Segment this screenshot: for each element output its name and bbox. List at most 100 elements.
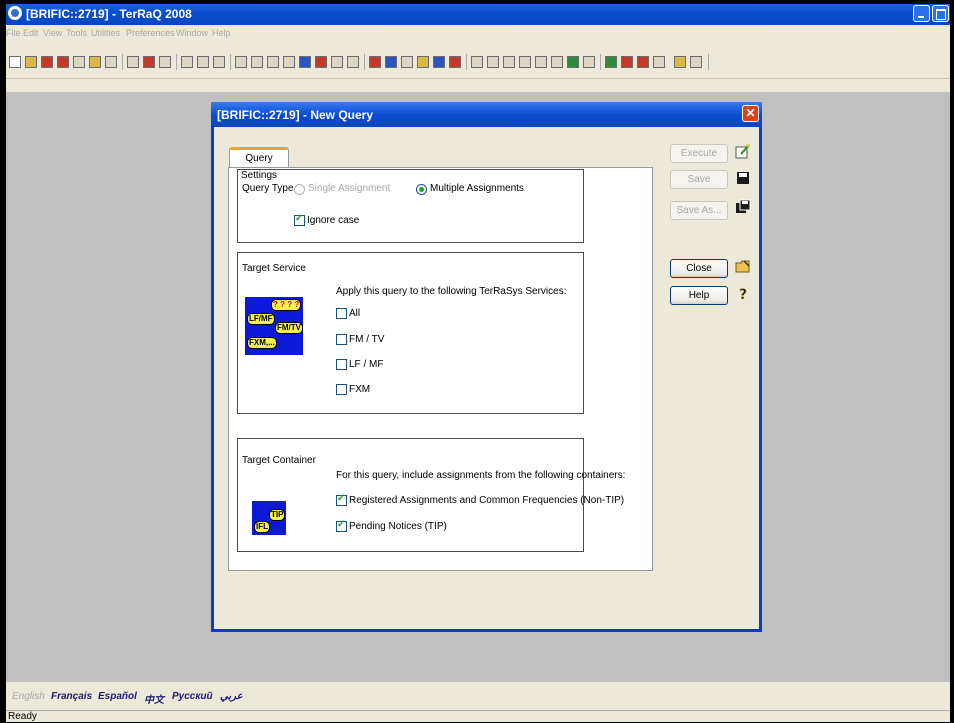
menu-tools[interactable]: Tools	[66, 28, 87, 38]
dialog-title: [BRIFIC::2719] - New Query	[217, 108, 374, 122]
lf-mf-tag: LF/MF	[247, 313, 275, 325]
map-icon[interactable]	[299, 56, 311, 68]
arrow-icon[interactable]	[369, 56, 381, 68]
service-fm-tv-label[interactable]: FM / TV	[349, 334, 384, 345]
filter-icon[interactable]	[89, 56, 101, 68]
ignore-case-checkbox[interactable]	[294, 213, 305, 226]
ignore-case-label[interactable]: Ignore case	[307, 215, 359, 226]
target-service-description: Apply this query to the following TerRaS…	[336, 286, 567, 297]
import-icon[interactable]	[41, 56, 53, 68]
service-fxm-label[interactable]: FXM	[349, 384, 370, 395]
option-3-icon[interactable]	[503, 56, 515, 68]
network-icon[interactable]	[637, 56, 649, 68]
lang-english[interactable]: English	[12, 691, 45, 702]
menu-window[interactable]: Window	[176, 28, 208, 38]
search-icon[interactable]	[519, 56, 531, 68]
service-all-label[interactable]: All	[349, 308, 360, 319]
tab-query-settings[interactable]: Query Settings	[229, 147, 289, 181]
settings-icon[interactable]	[653, 56, 665, 68]
export-icon[interactable]	[57, 56, 69, 68]
lang-espanol[interactable]: Español	[98, 691, 137, 702]
execute-icon[interactable]	[735, 143, 751, 159]
toolbar-separator	[176, 54, 177, 70]
help-icon[interactable]	[674, 56, 686, 68]
multiple-assignments-radio[interactable]	[416, 184, 427, 195]
close-button[interactable]: Close	[670, 259, 728, 278]
fm-tv-tag: FM/TV	[275, 322, 303, 334]
multiple-assignments-label[interactable]: Multiple Assignments	[430, 183, 524, 194]
service-lf-mf-label[interactable]: LF / MF	[349, 359, 383, 370]
menu-preferences[interactable]: Preferences	[126, 28, 175, 38]
dialog-titlebar[interactable]: [BRIFIC::2719] - New Query ✕	[211, 102, 762, 127]
layers-icon[interactable]	[551, 56, 563, 68]
columns-icon[interactable]	[267, 56, 279, 68]
lang-chinese[interactable]: 中文	[144, 691, 164, 706]
lang-arabic[interactable]: عربي	[220, 691, 243, 702]
save-as-icon[interactable]	[735, 199, 751, 215]
service-fxm-checkbox[interactable]	[336, 384, 347, 395]
menu-file[interactable]: File	[6, 28, 21, 38]
paste-icon[interactable]	[213, 56, 225, 68]
app-icon	[8, 6, 22, 20]
save-button[interactable]: Save	[670, 170, 728, 189]
status-bar: Ready	[6, 710, 950, 723]
service-lf-mf-checkbox[interactable]	[336, 359, 347, 370]
pin-icon[interactable]	[567, 56, 579, 68]
help-button[interactable]: Help	[670, 286, 728, 305]
cut-icon[interactable]	[197, 56, 209, 68]
menu-utilities[interactable]: Utilities	[91, 28, 120, 38]
copy-icon[interactable]	[181, 56, 193, 68]
maximize-button[interactable]	[932, 5, 949, 22]
lang-francais[interactable]: Français	[51, 691, 92, 702]
target-container-description: For this query, include assignments from…	[336, 470, 626, 481]
close-folder-icon[interactable]	[735, 258, 751, 274]
tip-label[interactable]: Pending Notices (TIP)	[349, 521, 447, 532]
toolbar-separator	[708, 54, 709, 70]
calendar-icon[interactable]	[583, 56, 595, 68]
print-icon[interactable]	[127, 56, 139, 68]
open-icon[interactable]	[25, 56, 37, 68]
plot-icon[interactable]	[315, 56, 327, 68]
about-icon[interactable]	[690, 56, 702, 68]
dialog-close-icon[interactable]: ✕	[742, 105, 759, 122]
option-1-icon[interactable]	[471, 56, 483, 68]
minimize-button[interactable]	[913, 5, 930, 22]
stats-icon[interactable]	[331, 56, 343, 68]
check-icon[interactable]	[605, 56, 617, 68]
menu-view[interactable]: View	[43, 28, 62, 38]
tip-checkbox[interactable]	[336, 519, 347, 532]
tool-icon[interactable]	[105, 56, 117, 68]
menu-help[interactable]: Help	[212, 28, 231, 38]
service-all-checkbox[interactable]	[336, 308, 347, 319]
tree-icon[interactable]	[347, 56, 359, 68]
save-icon[interactable]	[735, 170, 751, 186]
target-icon[interactable]	[401, 56, 413, 68]
menu-edit[interactable]: Edit	[23, 28, 39, 38]
save-as-button[interactable]: Save As...	[670, 201, 728, 220]
preview-icon[interactable]	[159, 56, 171, 68]
flag-icon[interactable]	[417, 56, 429, 68]
execute-button[interactable]: Execute	[670, 144, 728, 163]
toolbar	[6, 42, 950, 79]
non-tip-checkbox[interactable]	[336, 493, 347, 506]
new-query-icon[interactable]	[9, 56, 21, 68]
query-settings-panel: Query Type Single Assignment Multiple As…	[228, 167, 653, 571]
database-icon[interactable]	[73, 56, 85, 68]
alert-icon[interactable]	[621, 56, 633, 68]
option-2-icon[interactable]	[487, 56, 499, 68]
font-color-icon[interactable]	[449, 56, 461, 68]
non-tip-label[interactable]: Registered Assignments and Common Freque…	[349, 495, 624, 506]
table-icon[interactable]	[251, 56, 263, 68]
report-icon[interactable]	[143, 56, 155, 68]
app-title: [BRIFIC::2719] - TerRaQ 2008	[26, 7, 192, 21]
font-icon[interactable]	[433, 56, 445, 68]
zoom-icon[interactable]	[535, 56, 547, 68]
help-icon[interactable]: ?	[735, 285, 751, 301]
svg-text:?: ?	[739, 287, 747, 301]
chart-icon[interactable]	[283, 56, 295, 68]
lang-russian[interactable]: Русский	[172, 691, 213, 702]
app-titlebar[interactable]: [BRIFIC::2719] - TerRaQ 2008	[6, 4, 950, 25]
globe-icon[interactable]	[385, 56, 397, 68]
grid-icon[interactable]	[235, 56, 247, 68]
service-fm-tv-checkbox[interactable]	[336, 334, 347, 345]
